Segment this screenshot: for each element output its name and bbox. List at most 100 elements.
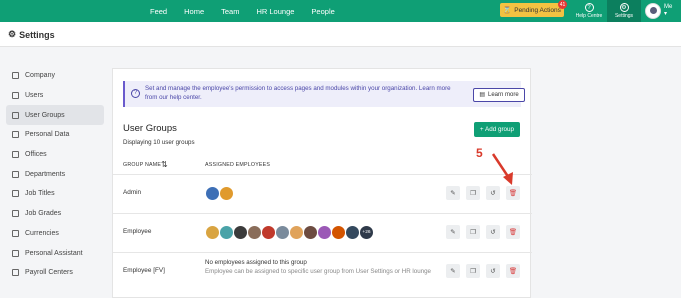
top-nav-links: Feed Home Team HR Lounge People [150,0,335,22]
sidebar-item-label: Job Grades [25,210,62,218]
sidebar-item-label: Payroll Centers [25,269,73,277]
sidebar-item-job-grades[interactable]: Job Grades [6,204,104,224]
sidebar-item-payroll-centers[interactable]: Payroll Centers [6,263,104,283]
user-groups-card: ? Set and manage the employee's permissi… [112,68,532,298]
row-actions: ✎ ❐ ↺ 🗑 [446,264,520,278]
employee-avatar[interactable] [331,225,346,240]
table-row: Employee +26 ✎ ❐ ↺ 🗑 [113,213,532,251]
sidebar-item-company[interactable]: Company [6,66,104,86]
edit-icon[interactable]: ✎ [446,186,460,200]
sidebar-item-personal-assistant[interactable]: Personal Assistant [6,243,104,263]
copy-icon[interactable]: ❐ [466,186,480,200]
sidebar-item-label: Personal Data [25,131,70,139]
page-header: ⚙ Settings [0,22,681,47]
employee-avatar[interactable] [289,225,304,240]
sidebar-item-user-groups[interactable]: User Groups [6,105,104,126]
user-groups-icon [12,111,19,119]
sidebar-item-departments[interactable]: Departments [6,164,104,184]
table-row: Employee [FV] No employees assigned to t… [113,252,532,290]
history-icon[interactable]: ↺ [486,264,500,278]
learn-more-button[interactable]: ▤ Learn more [473,88,525,102]
empty-group-message: No employees assigned to this group Empl… [205,259,431,276]
payroll-icon [12,269,19,277]
sidebar-item-label: Currencies [25,229,59,237]
group-name[interactable]: Admin [123,189,141,196]
users-icon [12,92,19,100]
currency-icon [12,229,19,237]
employee-avatar[interactable] [219,225,234,240]
employee-avatar[interactable] [205,186,220,201]
book-icon: ▤ [479,91,485,98]
nav-home[interactable]: Home [184,7,204,16]
edit-icon[interactable]: ✎ [446,264,460,278]
pending-actions-button[interactable]: ⌛ Pending Actions 41 [500,0,567,17]
hourglass-icon: ⌛ [503,7,512,14]
employee-avatar[interactable] [345,225,360,240]
sidebar-item-label: Offices [25,151,47,159]
more-employees-badge[interactable]: +26 [359,225,374,240]
sidebar-item-label: User Groups [25,111,65,119]
employee-avatar[interactable] [317,225,332,240]
sidebar-item-job-titles[interactable]: Job Titles [6,184,104,204]
assistant-icon [12,249,19,257]
briefcase-icon [12,190,19,198]
question-icon: ? [584,3,594,12]
nav-team[interactable]: Team [221,7,239,16]
empty-group-hint: Employee can be assigned to specific use… [205,267,431,275]
learn-more-label: Learn more [487,91,519,98]
assigned-avatars: +26 [205,225,374,240]
column-header-group-name[interactable]: GROUP NAME [123,162,161,168]
employee-avatar[interactable] [205,225,220,240]
employee-avatar[interactable] [303,225,318,240]
row-actions: ✎ ❐ ↺ 🗑 [446,225,520,239]
section-title: User Groups [123,123,177,134]
history-icon[interactable]: ↺ [486,186,500,200]
copy-icon[interactable]: ❐ [466,264,480,278]
gear-icon: ⚙ [619,3,629,12]
id-card-icon [12,131,19,139]
building-icon [12,72,19,80]
sidebar-item-label: Company [25,72,55,80]
delete-icon[interactable]: 🗑 [506,186,520,200]
empty-group-title: No employees assigned to this group [205,259,307,266]
employee-avatar[interactable] [275,225,290,240]
copy-icon[interactable]: ❐ [466,225,480,239]
group-count-text: Displaying 10 user groups [123,139,195,146]
row-actions: ✎ ❐ ↺ 🗑 [446,186,520,200]
sidebar-item-currencies[interactable]: Currencies [6,224,104,244]
settings-sidebar: Company Users User Groups Personal Data … [6,66,104,283]
info-banner: ? Set and manage the employee's permissi… [123,81,525,107]
gear-icon: ⚙ [8,29,17,39]
sidebar-item-label: Users [25,92,44,100]
delete-icon[interactable]: 🗑 [506,264,520,278]
employee-avatar[interactable] [219,186,234,201]
sidebar-item-label: Departments [25,170,66,178]
sidebar-item-label: Job Titles [25,190,55,198]
settings-nav-button[interactable]: ⚙ Settings [607,0,641,22]
employee-avatar[interactable] [261,225,276,240]
history-icon[interactable]: ↺ [486,225,500,239]
help-centre-button[interactable]: ? Help Centre [572,0,606,22]
info-text: Set and manage the employee's permission… [145,85,451,101]
employee-avatar[interactable] [233,225,248,240]
sidebar-item-offices[interactable]: Offices [6,145,104,165]
group-name[interactable]: Employee [FV] [123,267,165,274]
employee-avatar[interactable] [247,225,262,240]
sidebar-item-personal-data[interactable]: Personal Data [6,125,104,145]
nav-feed[interactable]: Feed [150,7,167,16]
office-icon [12,151,19,159]
annotation-number: 5 [476,146,483,160]
sort-icon[interactable]: ⇅ [161,160,168,169]
nav-hr-lounge[interactable]: HR Lounge [256,7,294,16]
add-group-button[interactable]: + Add group [474,122,520,137]
nav-people[interactable]: People [311,7,334,16]
delete-icon[interactable]: 🗑 [506,225,520,239]
me-menu[interactable]: Me ▾ [664,4,672,18]
edit-icon[interactable]: ✎ [446,225,460,239]
me-label: Me [664,4,673,10]
group-name[interactable]: Employee [123,228,151,235]
user-avatar[interactable] [645,3,661,19]
departments-icon [12,170,19,178]
settings-nav-label: Settings [614,13,634,19]
sidebar-item-users[interactable]: Users [6,86,104,106]
